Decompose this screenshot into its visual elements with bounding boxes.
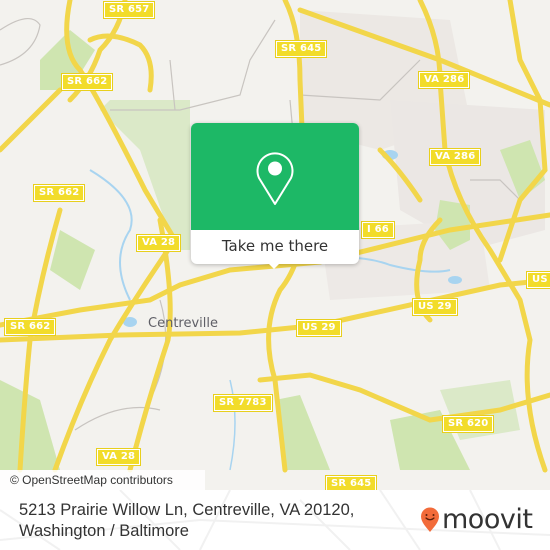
- footer: 5213 Prairie Willow Ln, Centreville, VA …: [0, 490, 550, 550]
- road-shield-us29: US 29: [296, 319, 342, 337]
- road-shield-va286: VA 286: [417, 71, 471, 89]
- road-shield-sr662: SR 662: [32, 184, 86, 202]
- road-shield-sr657: SR 657: [102, 1, 156, 19]
- moovit-logo: moovit: [420, 504, 533, 535]
- moovit-wordmark: moovit: [442, 504, 533, 535]
- road-shield-sr645: SR 645: [274, 40, 328, 58]
- address-text: 5213 Prairie Willow Ln, Centreville, VA …: [19, 500, 354, 542]
- road-shield-sr662: SR 662: [3, 318, 57, 336]
- road-shield-us29: US 29: [412, 298, 458, 316]
- take-me-there-button[interactable]: Take me there: [191, 230, 359, 264]
- road-shield-sr7783: SR 7783: [213, 394, 273, 412]
- road-shield-va286: VA 286: [428, 148, 482, 166]
- road-shield-sr620: SR 620: [441, 415, 495, 433]
- address-line-2: Washington / Baltimore: [19, 522, 189, 540]
- road-shield-us29: US: [526, 271, 550, 289]
- map-attribution[interactable]: © OpenStreetMap contributors: [0, 470, 205, 490]
- road-shield-sr645: SR 645: [324, 475, 378, 490]
- road-shield-va28: VA 28: [95, 448, 142, 466]
- map-pin-icon: [256, 152, 294, 205]
- map-view[interactable]: SR 657 SR 662 SR 662 SR 662 SR 645 VA 28…: [0, 0, 550, 490]
- moovit-smiley-pin-icon: [421, 507, 439, 532]
- road-shield-sr662: SR 662: [60, 73, 114, 91]
- address-line-1: 5213 Prairie Willow Ln, Centreville, VA …: [19, 501, 355, 519]
- destination-popup: Take me there: [191, 123, 359, 269]
- popup-header: [191, 123, 359, 230]
- road-shield-i66: I 66: [361, 221, 395, 239]
- place-label-centreville: Centreville: [148, 316, 218, 331]
- road-shield-va28: VA 28: [135, 234, 182, 252]
- popup-pointer: [267, 262, 281, 269]
